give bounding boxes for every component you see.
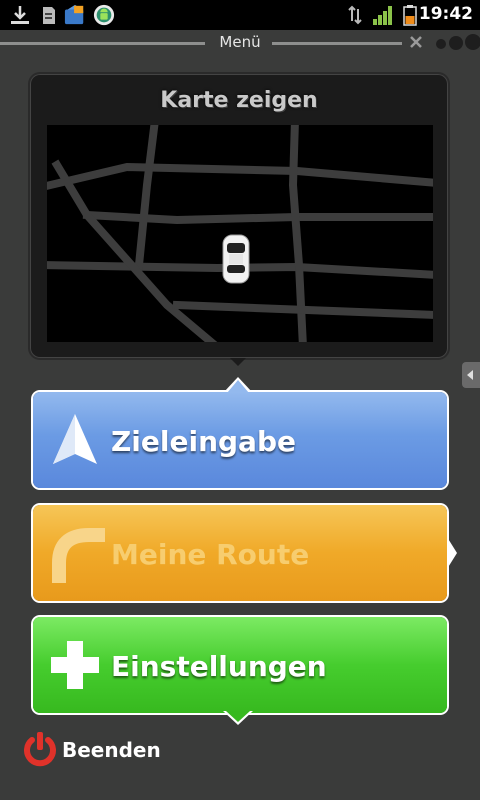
car-icon xyxy=(222,234,250,284)
button-tip-down-fill xyxy=(226,711,250,722)
show-map-card[interactable]: Karte zeigen xyxy=(30,74,448,366)
navigation-arrow-icon xyxy=(53,414,97,464)
data-transfer-icon xyxy=(348,5,362,25)
quit-label: Beenden xyxy=(62,738,161,762)
app-store-icon xyxy=(64,4,84,25)
destination-entry-button[interactable]: Zieleingabe xyxy=(33,392,447,488)
button-tip-right xyxy=(447,537,457,569)
destination-entry-label: Zieleingabe xyxy=(111,425,296,458)
my-route-button[interactable]: Meine Route xyxy=(33,505,447,601)
show-map-title: Karte zeigen xyxy=(160,88,318,113)
side-panel-handle[interactable] xyxy=(462,362,480,388)
power-icon xyxy=(24,732,56,767)
signal-icon xyxy=(373,6,392,25)
status-bar: 19:42 xyxy=(0,0,480,30)
sd-card-icon xyxy=(43,7,55,24)
clock: 19:42 xyxy=(418,4,473,24)
route-curve-icon xyxy=(52,528,105,583)
battery-icon xyxy=(403,5,417,26)
map-card-pointer xyxy=(230,358,246,366)
button-tip-fill xyxy=(227,380,249,393)
my-route-label: Meine Route xyxy=(111,538,310,571)
menu-title-bar: Menü xyxy=(0,30,480,56)
plus-icon xyxy=(51,641,99,689)
android-icon xyxy=(93,4,115,26)
download-icon xyxy=(11,6,29,24)
settings-button[interactable]: Einstellungen xyxy=(33,617,447,713)
gps-satellite-icon xyxy=(410,34,480,50)
map-icon xyxy=(47,125,433,342)
settings-label: Einstellungen xyxy=(111,650,327,683)
